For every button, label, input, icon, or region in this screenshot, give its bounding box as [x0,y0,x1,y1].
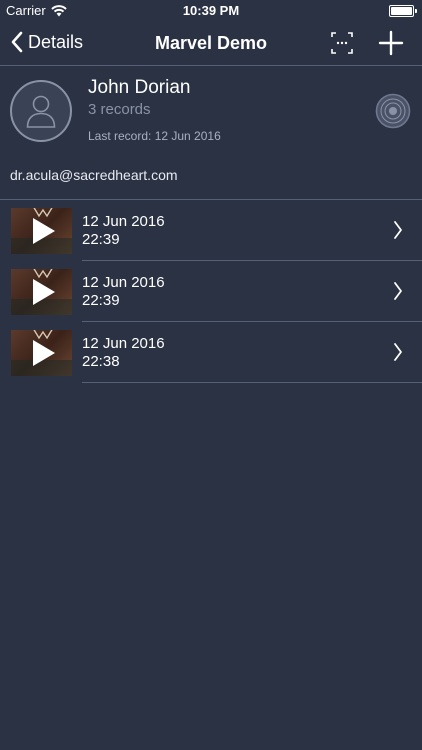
status-bar: Carrier 10:39 PM [0,0,422,22]
avatar [10,80,72,142]
records-count: 3 records [88,101,151,118]
record-time: 22:39 [82,292,120,309]
person-icon [26,95,56,128]
list-item[interactable]: 12 Jun 2016 22:38 [0,322,422,383]
record-date: 12 Jun 2016 [82,213,165,230]
last-record-label: Last record: 12 Jun 2016 [88,129,221,143]
record-date: 12 Jun 2016 [82,335,165,352]
nav-divider [0,65,422,66]
chevron-right-icon [394,343,402,361]
record-time: 22:39 [82,231,120,248]
list-item[interactable]: 12 Jun 2016 22:39 [0,200,422,261]
chevron-right-icon [394,282,402,300]
row-divider [82,382,422,383]
battery-icon [389,5,417,17]
more-options-icon[interactable] [331,32,353,54]
profile-name: John Dorian [88,77,191,98]
add-icon[interactable] [378,30,404,56]
navigation-bar: Details Marvel Demo [0,22,422,66]
record-date: 12 Jun 2016 [82,274,165,291]
play-icon [33,340,55,366]
status-time: 10:39 PM [182,3,240,18]
page-title: Marvel Demo [154,33,268,53]
email-address: dr.acula@sacredheart.com [10,167,178,183]
record-time: 22:38 [82,353,120,370]
contact-badge-icon[interactable] [375,93,411,129]
chevron-right-icon [394,221,402,239]
video-thumbnail [11,208,72,254]
list-item[interactable]: 12 Jun 2016 22:39 [0,261,422,322]
video-thumbnail [11,330,72,376]
play-icon [33,279,55,305]
records-list: 12 Jun 2016 22:39 12 Jun 2016 22:39 12 J… [0,200,422,383]
video-thumbnail [11,269,72,315]
play-icon [33,218,55,244]
